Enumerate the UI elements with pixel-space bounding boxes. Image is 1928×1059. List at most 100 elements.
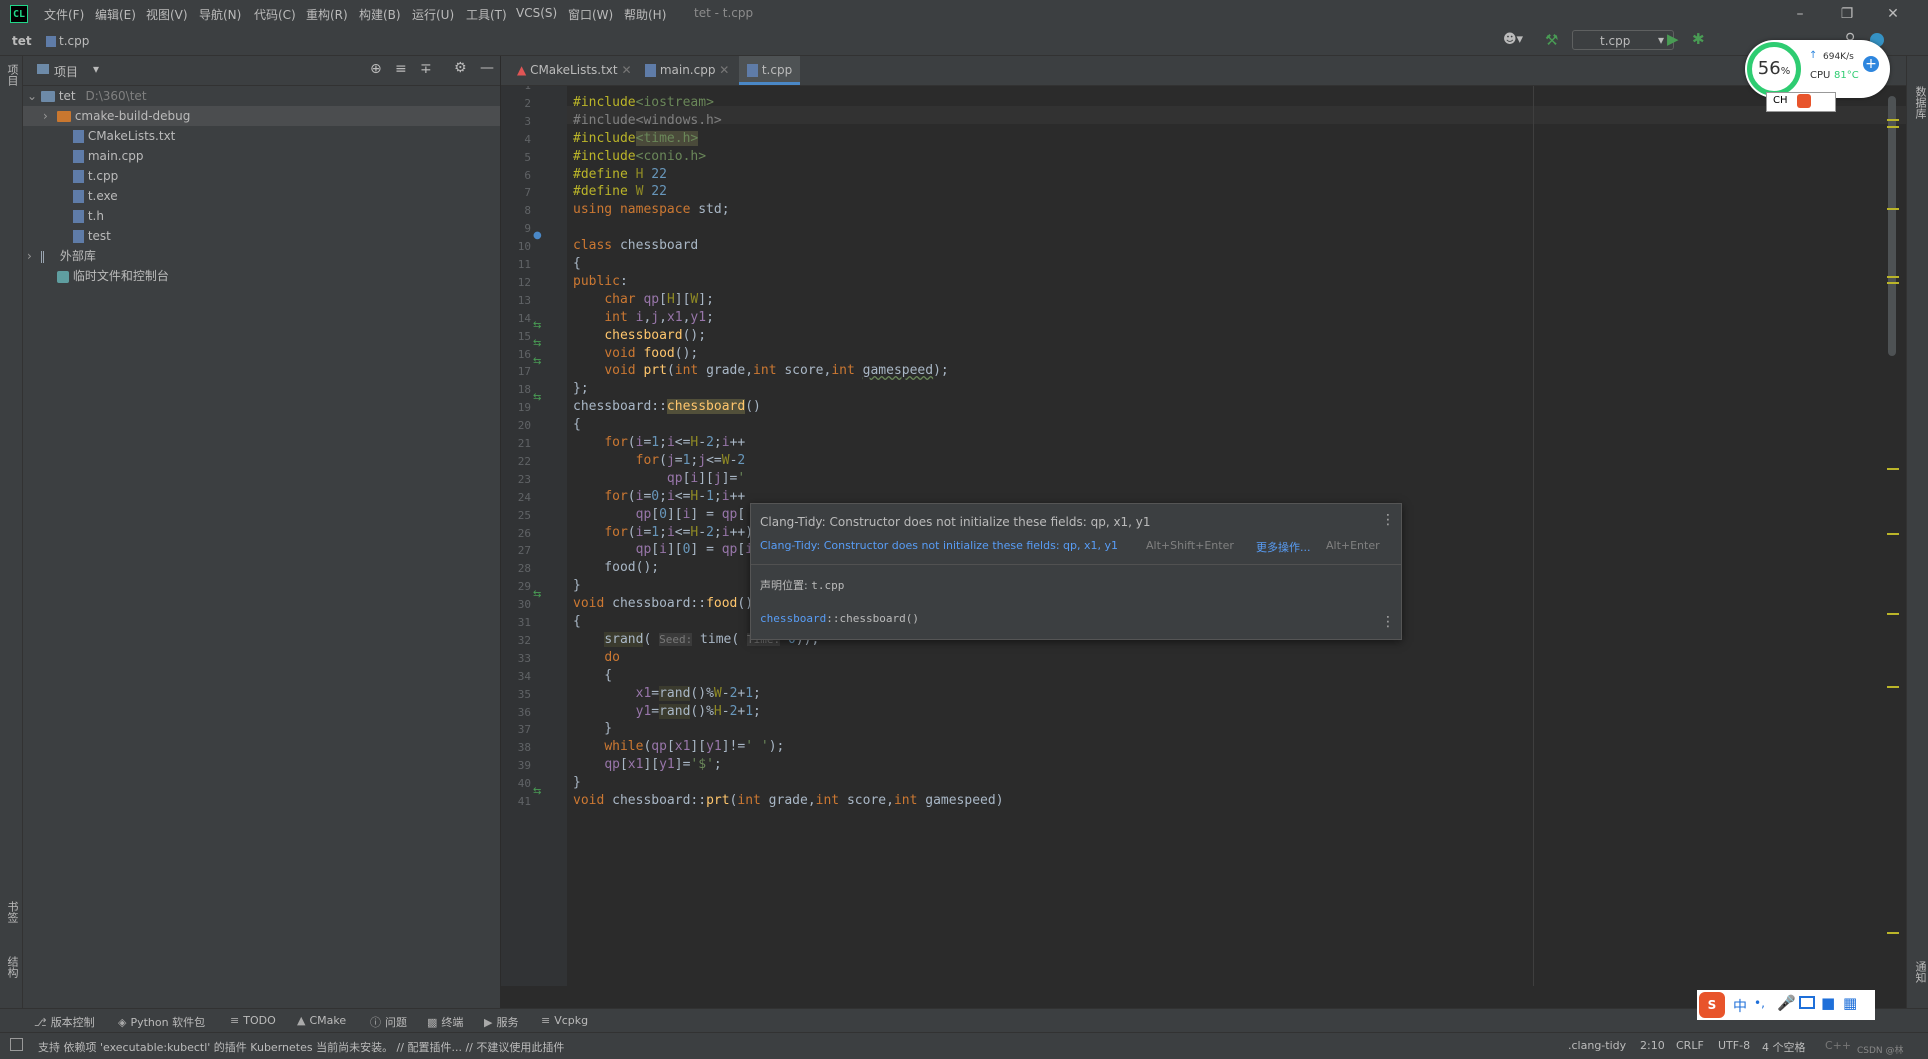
tab-main-cpp[interactable]: main.cpp ✕ (637, 56, 737, 85)
navigate-gutter-icon[interactable]: ⇆ (533, 338, 541, 349)
quick-fix-link[interactable]: Clang-Tidy: Constructor does not initial… (760, 539, 1118, 552)
navigate-gutter-icon[interactable]: ⇆ (533, 356, 541, 367)
layout-icon[interactable] (10, 1038, 23, 1051)
tree-item-root[interactable]: ⌄ tet D:\360\tet (23, 86, 500, 106)
menu-item-5[interactable]: 重构(R) (306, 6, 348, 23)
warning-stripe[interactable] (1887, 613, 1899, 615)
structure-tool-tab[interactable]: 结构 (4, 956, 20, 978)
tree-item-file[interactable]: test (23, 226, 500, 246)
status-linter[interactable]: .clang-tidy (1568, 1039, 1626, 1052)
tool-window-0[interactable]: ⎇ 版本控制 (34, 1014, 95, 1030)
system-monitor-widget[interactable]: 56% ↑ 694K/s CPU 81°C + (1745, 40, 1890, 98)
tab-t-cpp[interactable]: t.cpp (739, 56, 801, 85)
toolbox-icon[interactable]: ▦ (1843, 994, 1857, 1012)
code-line[interactable]: #include<conio.h> (573, 149, 706, 164)
code-line[interactable]: using namespace std; (573, 202, 730, 217)
user-icon[interactable]: ☻▾ (1503, 32, 1523, 47)
warning-stripe[interactable] (1887, 932, 1899, 934)
close-icon[interactable]: ✕ (719, 63, 729, 77)
warning-stripe[interactable] (1887, 282, 1899, 284)
code-line[interactable]: { (573, 417, 581, 432)
code-line[interactable]: chessboard(); (573, 328, 706, 343)
locate-icon[interactable]: ⊕ (370, 61, 382, 77)
menu-item-0[interactable]: 文件(F) (44, 6, 84, 23)
chevron-down-icon[interactable]: ⌄ (27, 86, 41, 106)
breadcrumb-project[interactable]: tet (12, 34, 32, 48)
ime-toolbar[interactable]: S 中 •, 🎤 ■ ▦ (1697, 990, 1875, 1020)
code-line[interactable]: } (573, 578, 581, 593)
keyboard-icon[interactable] (1799, 996, 1815, 1009)
override-gutter-icon[interactable]: ● (533, 230, 542, 241)
code-line[interactable]: qp[i][j]=' (573, 471, 745, 486)
menu-item-1[interactable]: 编辑(E) (95, 6, 136, 23)
menu-item-8[interactable]: 工具(T) (466, 6, 507, 23)
code-line[interactable]: qp[0][i] = qp[ (573, 507, 746, 522)
project-tool-tab[interactable]: 项目 (4, 64, 20, 86)
menu-item-7[interactable]: 运行(U) (412, 6, 454, 23)
tool-window-5[interactable]: ▩ 终端 (427, 1014, 463, 1030)
code-line[interactable]: } (573, 775, 581, 790)
gear-icon[interactable]: ⚙ (454, 60, 467, 76)
more-options-icon[interactable]: ⋮ (1381, 614, 1395, 630)
code-line[interactable]: void chessboard::food() (573, 596, 753, 611)
status-language[interactable]: C++ (1825, 1039, 1851, 1052)
code-line[interactable]: { (573, 256, 581, 271)
code-line[interactable]: void chessboard::prt(int grade,int score… (573, 793, 1004, 808)
code-line[interactable]: do (573, 650, 620, 665)
tree-item-file[interactable]: CMakeLists.txt (23, 126, 500, 146)
code-line[interactable]: #include<windows.h> (573, 113, 722, 128)
navigate-gutter-icon[interactable]: ⇆ (533, 786, 541, 797)
code-line[interactable]: qp[x1][y1]='$'; (573, 757, 721, 772)
more-actions-link[interactable]: 更多操作... (1256, 539, 1311, 555)
menu-item-11[interactable]: 帮助(H) (624, 6, 666, 23)
code-line[interactable]: public: (573, 274, 628, 289)
code-line[interactable]: char qp[H][W]; (573, 292, 714, 307)
close-icon[interactable]: ✕ (621, 63, 631, 77)
tool-window-2[interactable]: ≡ TODO (230, 1014, 276, 1027)
code-line[interactable]: int i,j,x1,y1; (573, 310, 714, 325)
code-line[interactable]: food(); (573, 560, 659, 575)
ime-status[interactable]: CH (1766, 92, 1836, 112)
code-line[interactable]: }; (573, 381, 589, 396)
tree-item-file[interactable]: t.exe (23, 186, 500, 206)
code-line[interactable]: y1=rand()%H-2+1; (573, 703, 761, 719)
warning-stripe[interactable] (1887, 126, 1899, 128)
code-line[interactable]: #define H 22 (573, 167, 667, 182)
warning-stripe[interactable] (1887, 119, 1899, 121)
ime-punct[interactable]: •, (1754, 996, 1765, 1010)
status-indent[interactable]: 4 个空格 (1762, 1039, 1806, 1055)
expand-all-icon[interactable]: ≡ (395, 61, 407, 77)
microphone-icon[interactable]: 🎤 (1777, 994, 1796, 1012)
code-line[interactable]: chessboard::chessboard() (573, 399, 761, 415)
run-icon[interactable]: ▶ (1667, 30, 1679, 48)
tree-item-file[interactable]: main.cpp (23, 146, 500, 166)
status-line-separator[interactable]: CRLF (1676, 1039, 1704, 1052)
warning-stripe[interactable] (1887, 468, 1899, 470)
tool-window-1[interactable]: ◈ Python 软件包 (118, 1014, 205, 1030)
debug-icon[interactable]: ✱ (1692, 30, 1705, 48)
menu-item-6[interactable]: 构建(B) (359, 6, 401, 23)
status-position[interactable]: 2:10 (1640, 1039, 1665, 1052)
tree-item-folder[interactable]: › cmake-build-debug (23, 106, 500, 126)
navigate-gutter-icon[interactable]: ⇆ (533, 320, 541, 331)
menu-item-9[interactable]: VCS(S) (516, 6, 557, 20)
tool-window-3[interactable]: ▲ CMake (297, 1014, 346, 1027)
code-line[interactable]: for(i=0;i<=H-1;i++ (573, 489, 745, 504)
tool-window-4[interactable]: ⓘ 问题 (370, 1014, 407, 1030)
warning-stripe[interactable] (1887, 208, 1899, 210)
run-config-select[interactable]: t.cpp ▾ (1572, 30, 1674, 50)
code-line[interactable]: { (573, 614, 581, 629)
status-message[interactable]: 支持 依赖项 'executable:kubectl' 的插件 Kubernet… (38, 1039, 564, 1055)
warning-stripe[interactable] (1887, 276, 1899, 278)
chevron-right-icon[interactable]: › (27, 246, 41, 266)
hide-panel-icon[interactable]: — (480, 60, 494, 76)
minimize-button[interactable]: – (1785, 4, 1815, 24)
build-hammer-icon[interactable]: ⚒ (1545, 31, 1558, 49)
tool-window-6[interactable]: ▶ 服务 (484, 1014, 518, 1030)
code-line[interactable]: void food(); (573, 346, 698, 361)
close-button[interactable]: ✕ (1878, 4, 1908, 24)
tree-item-lib[interactable]: › 外部库 (23, 246, 500, 266)
warning-stripe[interactable] (1887, 686, 1899, 688)
code-line[interactable]: #include<iostream> (573, 95, 714, 110)
restore-button[interactable]: ❐ (1832, 4, 1862, 24)
